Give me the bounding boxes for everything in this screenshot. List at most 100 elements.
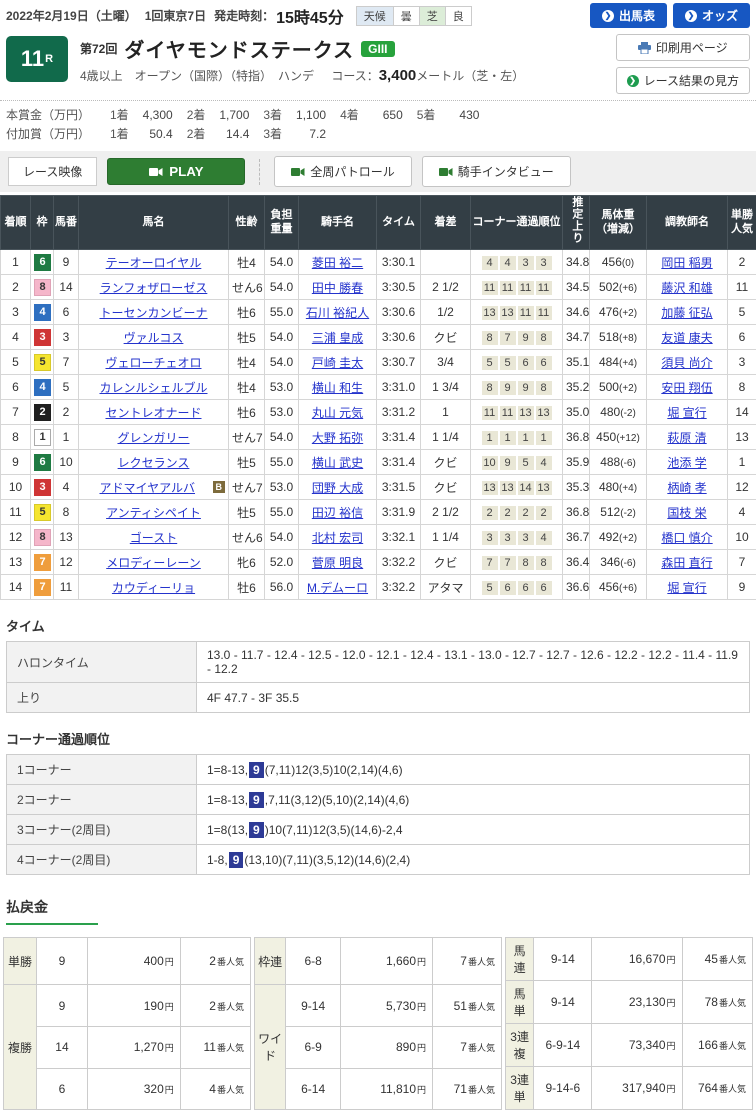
- corner-position: 13: [482, 306, 498, 320]
- race-title-block: 第72回 ダイヤモンドステークス GIII 4歳以上 オープン（国際）（特指） …: [80, 34, 608, 94]
- column-header: 性齢: [229, 196, 265, 250]
- howto-results-button[interactable]: ❯ レース結果の見方: [616, 67, 750, 94]
- trainer-name-link[interactable]: 安田 翔伍: [661, 381, 712, 395]
- body-weight: 456: [602, 255, 622, 269]
- corner-position: 8: [536, 556, 552, 570]
- horse-name-link[interactable]: ランフォザローゼス: [100, 281, 208, 295]
- trainer-name-link[interactable]: 橋口 慎介: [661, 531, 712, 545]
- jockey-name-link[interactable]: M.デムーロ: [307, 581, 368, 595]
- horse-number: 2: [54, 400, 79, 425]
- jockey-name-link[interactable]: 北村 宏司: [312, 531, 363, 545]
- horse-name-cell: セントレオナード: [79, 400, 229, 425]
- jockey-name-link[interactable]: 団野 大成: [312, 481, 363, 495]
- finish-position: 1: [1, 250, 31, 275]
- jockey-name-link[interactable]: 戸崎 圭太: [312, 356, 363, 370]
- jockey-name-link[interactable]: 横山 和生: [312, 381, 363, 395]
- horse-name-link[interactable]: テーオーロイヤル: [106, 256, 202, 270]
- finish-time: 3:31.9: [377, 500, 421, 525]
- trainer-name-link[interactable]: 国枝 栄: [667, 506, 706, 520]
- trainer-name-link[interactable]: 堀 宣行: [667, 581, 706, 595]
- horse-name-link[interactable]: アドマイヤアルバ: [99, 481, 195, 495]
- column-header: 馬番: [54, 196, 79, 250]
- print-page-button[interactable]: 印刷用ページ: [616, 34, 750, 61]
- trainer-cell: 森田 直行: [647, 550, 728, 575]
- finish-position: 4: [1, 325, 31, 350]
- frame-cell: 8: [31, 275, 54, 300]
- finish-time: 3:32.2: [377, 575, 421, 600]
- carried-weight: 53.0: [265, 375, 299, 400]
- jockey-cell: 菱田 裕二: [299, 250, 377, 275]
- frame-cell: 5: [31, 350, 54, 375]
- prize-place-label: 3着: [263, 127, 282, 141]
- jockey-name-link[interactable]: 横山 武史: [312, 456, 363, 470]
- date-line: 2022年2月19日（土曜） 1回東京7日 発走時刻： 15時45分: [6, 4, 344, 28]
- win-favorite-rank: 8: [728, 375, 756, 400]
- trainer-name-link[interactable]: 池添 学: [667, 456, 706, 470]
- trainer-name-link[interactable]: 岡田 稲男: [661, 256, 712, 270]
- horse-name-link[interactable]: レクセランス: [118, 456, 190, 470]
- horse-name-link[interactable]: ゴースト: [130, 531, 177, 545]
- carried-weight: 55.0: [265, 450, 299, 475]
- results-table: 着順枠馬番馬名性齢負担重量騎手名タイム着差コーナー通過順位推定上り馬体重（増減）…: [0, 195, 756, 600]
- jockey-name-link[interactable]: 田中 勝春: [312, 281, 363, 295]
- margin: 1 1/4: [421, 525, 471, 550]
- corner-position: 3: [536, 256, 552, 270]
- frame-number-badge: 3: [34, 479, 51, 496]
- trainer-name-link[interactable]: 柄崎 孝: [667, 481, 706, 495]
- jockey-interview-button[interactable]: 騎手インタビュー: [422, 156, 571, 187]
- payout-table: 単勝9400円2番人気複勝9190円2番人気141,270円11番人気6320円…: [3, 937, 251, 1110]
- favorite-suffix: 番人気: [719, 998, 746, 1008]
- column-header-label: 枠: [37, 216, 48, 228]
- odds-button[interactable]: ❯ オッズ: [673, 3, 750, 28]
- divider: [259, 159, 260, 185]
- body-weight-diff: (+2): [619, 533, 637, 544]
- jockey-name-link[interactable]: 丸山 元気: [312, 406, 363, 420]
- column-header: 着順: [1, 196, 31, 250]
- trainer-name-link[interactable]: 友道 康夫: [661, 331, 712, 345]
- corner-position: 6: [518, 356, 534, 370]
- trainer-name-link[interactable]: 堀 宣行: [667, 406, 706, 420]
- jockey-name-link[interactable]: 田辺 裕信: [312, 506, 363, 520]
- shutsuba-button[interactable]: ❯ 出馬表: [590, 3, 667, 28]
- trainer-name-link[interactable]: 須貝 尚介: [661, 356, 712, 370]
- horse-name-link[interactable]: メロディーレーン: [106, 556, 201, 570]
- horse-name-link[interactable]: セントレオナード: [105, 406, 201, 420]
- column-header-label: 馬体重（増減）: [596, 209, 640, 235]
- jockey-cell: 田中 勝春: [299, 275, 377, 300]
- horse-name-link[interactable]: ヴェローチェオロ: [105, 356, 201, 370]
- horse-name-link[interactable]: グレンガリー: [117, 431, 189, 445]
- race-conditions: 4歳以上 オープン（国際）（特指） ハンデ コース：3,400メートル（芝・左）: [80, 67, 608, 84]
- trainer-name-link[interactable]: 藤沢 和雄: [661, 281, 712, 295]
- turf-label: 芝: [420, 7, 446, 25]
- horse-name-link[interactable]: トーセンカンビーナ: [99, 306, 207, 320]
- patrol-video-button[interactable]: 全周パトロール: [274, 156, 411, 187]
- margin: 2 1/2: [421, 275, 471, 300]
- jockey-name-link[interactable]: 石川 裕紀人: [306, 306, 369, 320]
- jockey-name-link[interactable]: 三浦 皇成: [312, 331, 363, 345]
- corner-position: 13: [500, 481, 516, 495]
- corner-position: 11: [500, 406, 516, 420]
- horse-number: 7: [54, 350, 79, 375]
- horse-name-link[interactable]: カウディーリョ: [112, 581, 195, 595]
- body-weight-cell: 450(+12): [590, 425, 647, 450]
- frame-cell: 3: [31, 325, 54, 350]
- corner-positions-cell: 7788: [471, 550, 563, 575]
- jockey-name-link[interactable]: 大野 拓弥: [312, 431, 363, 445]
- play-button[interactable]: PLAY: [107, 158, 245, 185]
- corner-position: 7: [500, 331, 516, 345]
- prize-amount: 4,300: [129, 106, 173, 125]
- trainer-name-link[interactable]: 森田 直行: [661, 556, 712, 570]
- horse-name-link[interactable]: カレンルシェルブル: [99, 381, 207, 395]
- horse-name-link[interactable]: アンティシペイト: [106, 506, 201, 520]
- jockey-name-link[interactable]: 菱田 裕二: [312, 256, 363, 270]
- margin: 1 3/4: [421, 375, 471, 400]
- race-video-label: レース映像: [8, 157, 97, 186]
- column-header-label: 単勝人気: [731, 209, 753, 235]
- trainer-name-link[interactable]: 萩原 清: [667, 431, 706, 445]
- trainer-name-link[interactable]: 加藤 征弘: [661, 306, 712, 320]
- prize-place-label: 2着: [187, 108, 206, 122]
- horse-name-cell: メロディーレーン: [79, 550, 229, 575]
- horse-name-link[interactable]: ヴァルコス: [124, 331, 184, 345]
- bet-type-label: 3連単: [506, 1067, 534, 1110]
- jockey-name-link[interactable]: 菅原 明良: [312, 556, 363, 570]
